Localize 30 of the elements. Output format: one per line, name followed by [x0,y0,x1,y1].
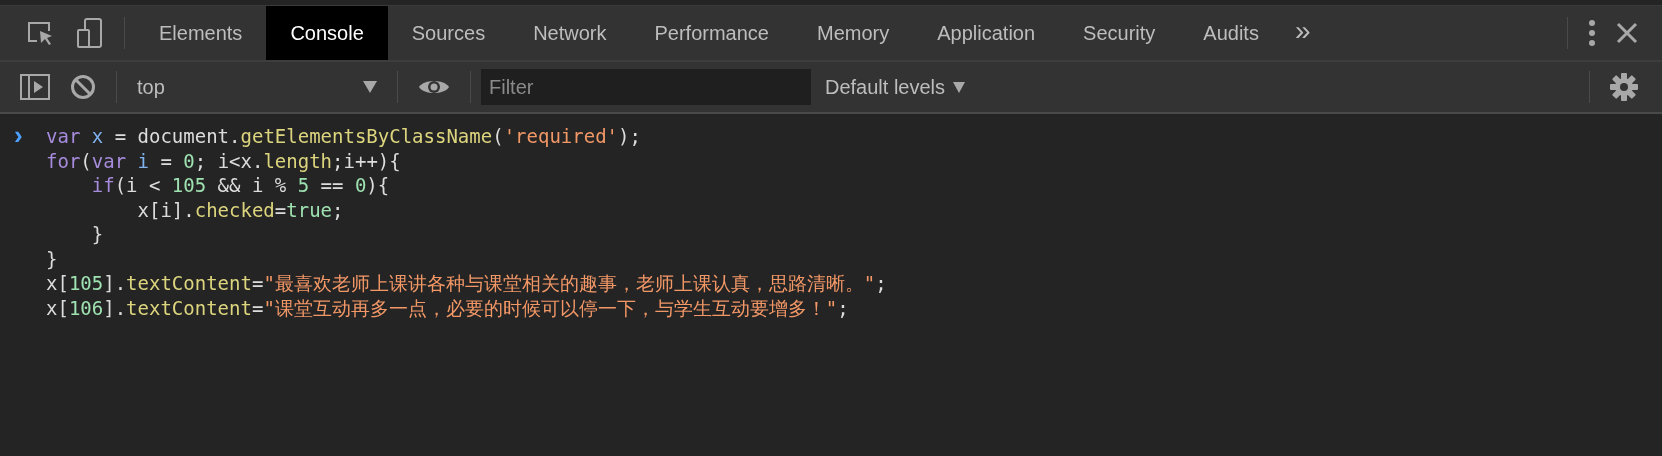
tab[interactable]: Sources [387,6,510,60]
tab[interactable]: Performance [630,6,793,60]
caret-icon [953,81,966,93]
caret-icon [363,81,377,93]
tab[interactable]: Application [913,6,1060,60]
tab[interactable]: Security [1059,6,1180,60]
clear-console-icon[interactable] [70,74,96,100]
tab[interactable]: Console [266,6,388,60]
more-tabs-button[interactable]: » [1282,15,1323,47]
tab[interactable]: Memory [793,6,914,60]
tab[interactable]: Elements [135,6,267,60]
sidebar-toggle-icon[interactable] [20,74,50,100]
code-line: if(i < 105 && i % 5 == 0){ [90,173,390,198]
code-line: x[i].checked=true; [136,197,344,222]
code-line: x[105].textContent="最喜欢老师上课讲各种与课堂相关的趣事，老师上课认真，思路清晰。"; [46,271,887,296]
code-line: var x = document.getElementsByClassName('required'); [46,124,641,149]
settings-icon[interactable] [1610,73,1638,101]
more-options-icon[interactable] [1588,19,1596,47]
close-icon[interactable] [1616,22,1638,44]
device-icon[interactable] [76,17,104,49]
code-line: } [90,222,104,247]
tab[interactable]: Audits [1179,6,1283,60]
code-line: } [46,246,58,271]
code-line: for(var i = 0; i<x.length;i++){ [46,148,401,173]
code-line: x[106].textContent="课堂互动再多一点，必要的时候可以停一下，与学生互动要增多！"; [46,295,849,320]
tab[interactable]: Network [509,6,631,60]
filter-field[interactable]: Filter [481,69,811,105]
prompt-icon: › [14,124,46,320]
context-dropdown[interactable]: top [127,75,387,99]
levels-dropdown[interactable]: Default levels [825,75,966,99]
